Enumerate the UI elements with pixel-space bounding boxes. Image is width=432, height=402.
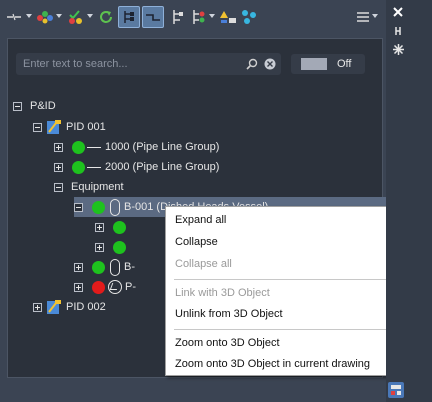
menu-separator [174,279,422,280]
warning-icon [220,11,236,23]
tree-view-button[interactable] [118,6,140,28]
pump-icon [108,280,122,294]
color-filter-button[interactable] [35,6,55,28]
collapse-panel-icon[interactable] [392,25,404,37]
tree-node-equipment[interactable]: Equipment [54,178,124,196]
check-filter-icon [69,10,82,24]
color-dots-icon [37,11,53,24]
warning-button[interactable] [217,6,239,28]
expand-toggle[interactable] [74,282,83,292]
tree-node-label: PID 001 [66,121,106,133]
status-ok-icon [113,240,126,254]
toolbar [4,6,384,30]
tree-node-line-2000[interactable]: 2000 (Pipe Line Group) [54,158,219,176]
hierarchy-button[interactable] [168,6,186,28]
properties-icon[interactable] [392,43,404,55]
tree-node-child[interactable] [95,218,126,236]
tree-options-button[interactable] [190,6,208,28]
tree-node-child[interactable] [95,238,126,256]
close-icon[interactable] [392,6,404,18]
expand-toggle[interactable] [54,142,63,152]
search-box [16,53,281,75]
toggle-switch[interactable] [301,58,327,70]
chevron-down-icon[interactable] [372,14,378,18]
tree-view-icon [124,11,134,23]
layers-icon [391,385,401,395]
tree-node-pid-002[interactable]: PID 002 [33,298,106,316]
menu-icon [357,12,369,22]
tree-node-label: 1000 (Pipe Line Group) [105,141,220,153]
network-icon [242,10,256,24]
tree-node-label: Equipment [71,181,124,193]
vessel-icon [110,258,120,276]
check-filter-button[interactable] [66,6,86,28]
filter-toggle[interactable]: Off [291,54,365,74]
pipe-view-button[interactable] [142,6,164,28]
search-input[interactable] [16,54,245,74]
project-manager-panel: Off P&ID PID 001 1000 (Pipe Line Group) … [0,0,427,402]
expand-toggle[interactable] [95,222,104,232]
chevron-down-icon[interactable] [26,14,32,18]
tree-node-pid[interactable]: P&ID [13,97,56,115]
status-ok-icon [113,220,126,234]
status-ok-icon [92,200,105,214]
expand-toggle[interactable] [33,302,42,312]
tree-node-p-item[interactable]: P- [74,278,136,296]
expand-toggle[interactable] [54,162,63,172]
line-filter-icon [7,13,21,21]
tree-node-label: P- [125,281,136,293]
palette-title-bar [386,0,432,402]
tree-node-line-1000[interactable]: 1000 (Pipe Line Group) [54,138,219,156]
collapse-toggle[interactable] [74,202,83,212]
search-icon[interactable] [245,57,259,71]
drawing-icon [47,120,61,134]
tree-node-label: B- [124,261,135,273]
hierarchy-icon [173,10,183,24]
clear-icon[interactable] [263,57,277,71]
expand-toggle[interactable] [95,242,104,252]
tree-node-label: 2000 (Pipe Line Group) [105,161,220,173]
refresh-icon [100,11,112,23]
chevron-down-icon[interactable] [209,14,215,18]
collapse-toggle[interactable] [33,122,42,132]
chevron-down-icon[interactable] [87,14,93,18]
tree-node-label: PID 002 [66,301,106,313]
refresh-button[interactable] [96,6,116,28]
chevron-down-icon[interactable] [56,14,62,18]
pipe-line-icon [87,166,101,168]
pipe-view-icon [146,14,160,21]
menu-separator [174,329,422,330]
toggle-label: Off [337,58,352,70]
drawing-icon [47,300,61,314]
line-filter-button[interactable] [6,6,26,28]
tree-node-pid-001[interactable]: PID 001 [33,118,106,136]
status-ok-icon [72,160,85,174]
layer-button[interactable] [388,382,404,398]
status-error-icon [92,280,105,294]
collapse-toggle[interactable] [54,182,63,192]
tree-dropdown-icon [193,10,205,24]
tree-node-label: P&ID [30,100,56,112]
network-button[interactable] [240,6,258,28]
status-ok-icon [92,260,105,274]
expand-toggle[interactable] [74,262,83,272]
status-ok-icon [72,140,85,154]
vessel-icon [110,198,120,216]
collapse-toggle[interactable] [13,101,22,111]
options-menu-button[interactable] [354,6,372,28]
tree-node-b-item[interactable]: B- [74,258,135,276]
pipe-line-icon [87,146,101,148]
